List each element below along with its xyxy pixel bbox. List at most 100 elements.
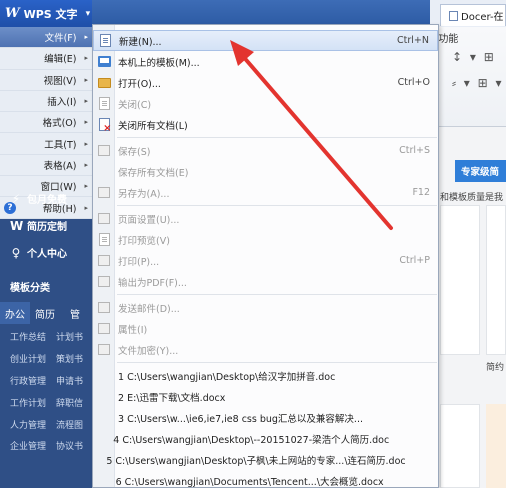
menu-icon-slot <box>93 114 115 135</box>
promo-item-2[interactable]: ♀ 个人中心 <box>0 239 92 266</box>
template-thumbnail[interactable] <box>486 404 506 488</box>
file-menu-item-10[interactable]: 页面设置(U)... <box>93 208 438 229</box>
file-menu-item-12[interactable]: 打印(P)... Ctrl+P <box>93 250 438 271</box>
file-menu-item-7[interactable]: 保存所有文档(E) <box>93 161 438 182</box>
template-thumbnail[interactable] <box>440 205 480 355</box>
menu-separator <box>117 294 437 295</box>
ribbon-tools-row2[interactable]: ⸗ ▾ ⊞ ▾ <box>452 76 504 90</box>
menu-item-label: 2 E:\迅雷下载\文档.docx <box>118 392 226 404</box>
category-row: 行政管理 申请书 <box>0 370 92 392</box>
template-thumbnail[interactable] <box>440 404 480 488</box>
template-thumbnail[interactable] <box>486 205 506 355</box>
promo-label: 个人中心 <box>27 249 67 260</box>
category-link[interactable]: 创业计划 <box>0 352 46 365</box>
file-menu-item-13[interactable]: 输出为PDF(F)... <box>93 271 438 292</box>
menu-item-4[interactable]: 格式(O) ▸ <box>0 112 92 134</box>
promo-label: 包月免费 <box>27 195 67 206</box>
submenu-arrow-icon: ▸ <box>84 54 88 63</box>
menu-icon-slot <box>93 271 115 292</box>
menu-item-0[interactable]: 文件(F) ▸ <box>0 27 92 49</box>
file-menu-item-17[interactable]: 文件加密(Y)... <box>93 339 438 360</box>
template-category-heading: 模板分类 <box>10 282 50 294</box>
promo-item-0[interactable]: ⚡ 包月免费 <box>0 185 92 212</box>
menu-item-label: 文件(F) <box>44 33 77 45</box>
promo-item-1[interactable]: W 简历定制 <box>0 212 92 239</box>
menu-item-label: 保存(S) <box>118 146 151 158</box>
content-hint-text: 和模板质量是我 <box>440 193 504 203</box>
close-doc-icon <box>98 97 110 110</box>
menu-item-2[interactable]: 视图(V) ▸ <box>0 69 92 91</box>
file-menu-item-8[interactable]: 另存为(A)... F12 <box>93 182 438 203</box>
expert-banner[interactable]: 专家级简 <box>455 160 506 182</box>
file-menu-item-16[interactable]: 属性(I) <box>93 318 438 339</box>
category-link[interactable]: 申请书 <box>46 374 92 387</box>
file-menu-item-3[interactable]: 关闭(C) <box>93 93 438 114</box>
app-name: WPS 文字 <box>23 7 78 21</box>
category-tab-2[interactable]: 管 <box>60 302 90 324</box>
menu-item-label: 插入(I) <box>47 97 77 109</box>
print-icon <box>98 255 110 266</box>
menu-item-label: 编辑(E) <box>44 54 77 66</box>
ribbon-tools-row1[interactable]: ↕ ▾ ⊞ <box>452 50 496 64</box>
file-menu-item-24[interactable]: 6 C:\Users\wangjian\Documents\Tencent...… <box>93 470 438 488</box>
file-menu-item-0[interactable]: 新建(N)... Ctrl+N <box>93 30 438 51</box>
save-as-icon <box>98 187 110 198</box>
menu-item-1[interactable]: 编辑(E) ▸ <box>0 48 92 70</box>
file-menu-item-19[interactable]: 1 C:\Users\wangjian\Desktop\给汉字加拼音.doc <box>93 365 438 386</box>
menu-icon-slot <box>93 428 110 449</box>
tab-docer[interactable]: Docer-在 <box>440 4 506 26</box>
menu-item-label: 发送邮件(D)... <box>118 303 180 315</box>
menu-item-5[interactable]: 工具(T) ▸ <box>0 133 92 155</box>
category-link[interactable]: 行政管理 <box>0 374 46 387</box>
menu-item-label: 5 C:\Users\wangjian\Desktop\子枫\未上网站的专家..… <box>106 455 406 467</box>
menu-item-label: 视图(V) <box>43 75 77 87</box>
menu-separator <box>117 137 437 138</box>
category-tab-1[interactable]: 简历 <box>30 302 60 324</box>
category-link[interactable]: 协议书 <box>46 439 92 452</box>
menu-item-label: 3 C:\Users\w...\ie6,ie7,ie8 css bug汇总以及兼… <box>118 413 363 425</box>
category-link[interactable]: 流程图 <box>46 418 92 431</box>
menu-icon-slot <box>93 72 115 93</box>
category-link[interactable]: 工作计划 <box>0 396 46 409</box>
submenu-arrow-icon: ▸ <box>84 97 88 106</box>
file-menu-item-1[interactable]: 本机上的模板(M)... <box>93 51 438 72</box>
category-link[interactable]: 人力管理 <box>0 418 46 431</box>
file-menu-item-6[interactable]: 保存(S) Ctrl+S <box>93 140 438 161</box>
menu-icon-slot <box>93 51 115 72</box>
submenu-arrow-icon: ▸ <box>84 33 88 42</box>
file-menu-item-22[interactable]: 4 C:\Users\wangjian\Desktop\--20151027-梁… <box>93 428 438 449</box>
menu-item-shortcut: Ctrl+S <box>399 145 430 156</box>
properties-icon <box>98 323 110 334</box>
submenu-arrow-icon: ▸ <box>84 139 88 148</box>
menu-item-shortcut: Ctrl+N <box>397 35 429 46</box>
file-menu-item-4[interactable]: 关闭所有文档(L) <box>93 114 438 135</box>
category-tab-0[interactable]: 办公 <box>0 302 30 324</box>
menu-item-shortcut: Ctrl+O <box>397 77 430 88</box>
category-link[interactable]: 辞职信 <box>46 396 92 409</box>
menu-item-label: 另存为(A)... <box>118 188 170 200</box>
file-menu-item-23[interactable]: 5 C:\Users\wangjian\Desktop\子枫\未上网站的专家..… <box>93 449 438 470</box>
wps-app-menu-button[interactable]: W WPS 文字 ▾ <box>0 0 92 27</box>
menu-icon-slot <box>93 297 115 318</box>
file-menu-item-15[interactable]: 发送邮件(D)... <box>93 297 438 318</box>
category-link[interactable]: 策划书 <box>46 352 92 365</box>
tab-docer-label: Docer-在 <box>461 12 504 23</box>
menu-item-label: 本机上的模板(M)... <box>118 57 200 69</box>
menu-icon-slot <box>93 449 103 470</box>
category-row: 企业管理 协议书 <box>0 435 92 457</box>
category-tabs: 办公 简历管 <box>0 302 92 324</box>
file-menu-item-11[interactable]: 打印预览(V) <box>93 229 438 250</box>
category-link[interactable]: 计划书 <box>46 330 92 343</box>
file-menu-item-2[interactable]: 打开(O)... Ctrl+O <box>93 72 438 93</box>
file-menu-item-20[interactable]: 2 E:\迅雷下载\文档.docx <box>93 386 438 407</box>
file-menu-item-21[interactable]: 3 C:\Users\w...\ie6,ie7,ie8 css bug汇总以及兼… <box>93 407 438 428</box>
file-dropdown-menu: 新建(N)... Ctrl+N 本机上的模板(M)... 打开(O)... Ctrl+O… <box>92 24 439 488</box>
menu-item-label: 打印(P)... <box>118 256 160 268</box>
category-link[interactable]: 工作总结 <box>0 330 46 343</box>
menu-icon-slot <box>93 182 115 203</box>
menu-item-3[interactable]: 插入(I) ▸ <box>0 90 92 113</box>
category-link[interactable]: 企业管理 <box>0 439 46 452</box>
menu-item-label: 打开(O)... <box>118 78 161 90</box>
menu-item-6[interactable]: 表格(A) ▸ <box>0 154 92 177</box>
category-row: 工作计划 辞职信 <box>0 391 92 413</box>
